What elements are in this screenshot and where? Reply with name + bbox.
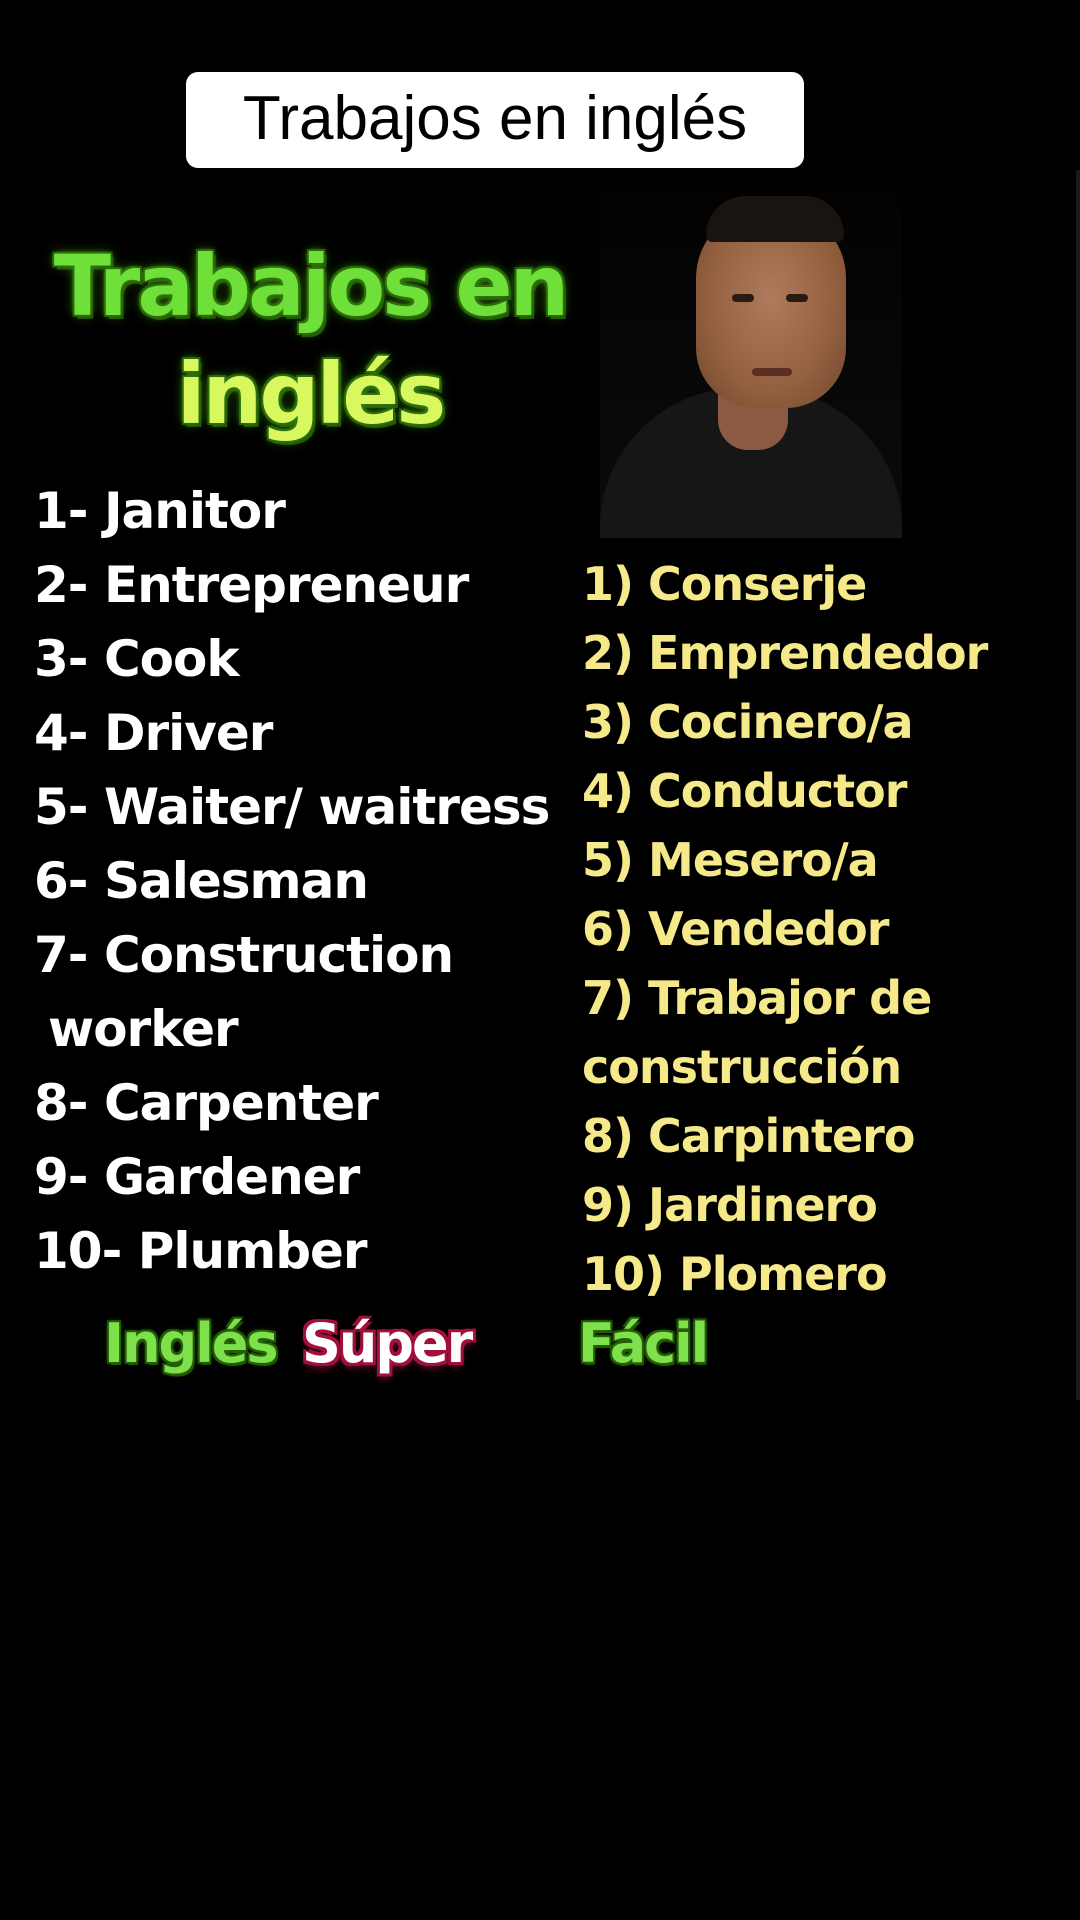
spanish-jobs-list: 1) Conserje 2) Emprendedor 3) Cocinero/a…	[582, 550, 988, 1309]
brand-word-ingles: Inglés	[104, 1312, 278, 1375]
spanish-job-item: 5) Mesero/a	[582, 833, 879, 887]
presenter-eye-left	[732, 294, 754, 302]
spanish-job-item: 7) Trabajor de	[582, 971, 932, 1025]
caption-box: Trabajos en inglés	[186, 72, 804, 168]
brand-word-facil: Fácil	[578, 1312, 709, 1375]
brand-word-super: Súper	[302, 1312, 473, 1375]
english-job-item: 9- Gardener	[34, 1148, 360, 1206]
presenter-eye-right	[786, 294, 808, 302]
spanish-job-item: 9) Jardinero	[582, 1178, 878, 1232]
spanish-job-item-continuation: construcción	[582, 1040, 902, 1094]
english-job-item: 8- Carpenter	[34, 1074, 379, 1132]
presenter-mouth	[752, 368, 792, 376]
english-job-item: 5- Waiter/ waitress	[34, 778, 550, 836]
spanish-job-item: 4) Conductor	[582, 764, 907, 818]
spanish-job-item: 1) Conserje	[582, 557, 867, 611]
presenter-video	[600, 190, 902, 538]
english-job-item: 3- Cook	[34, 630, 240, 688]
english-job-item: 7- Construction	[34, 926, 454, 984]
spanish-job-item: 3) Cocinero/a	[582, 695, 914, 749]
brand-logo: Inglés Súper Fácil	[0, 1312, 1080, 1392]
english-job-item: 1- Janitor	[34, 482, 286, 540]
english-job-item: 6- Salesman	[34, 852, 369, 910]
english-job-item: 2- Entrepreneur	[34, 556, 469, 614]
caption-text: Trabajos en inglés	[242, 84, 748, 153]
spanish-job-item: 2) Emprendedor	[582, 626, 988, 680]
english-job-item: 10- Plumber	[34, 1222, 368, 1280]
english-jobs-list: 1- Janitor 2- Entrepreneur 3- Cook 4- Dr…	[34, 474, 550, 1288]
english-job-item: 4- Driver	[34, 704, 273, 762]
english-job-item-continuation: worker	[48, 1000, 239, 1058]
right-edge-strip	[1076, 170, 1080, 1400]
spanish-job-item: 8) Carpintero	[582, 1109, 915, 1163]
spanish-job-item: 10) Plomero	[582, 1247, 888, 1301]
presenter-hair	[706, 196, 844, 242]
video-title: Trabajos en inglés	[40, 232, 580, 448]
video-title-line1: Trabajos en	[53, 237, 570, 335]
spanish-job-item: 6) Vendedor	[582, 902, 889, 956]
video-title-line2: inglés	[176, 345, 446, 443]
